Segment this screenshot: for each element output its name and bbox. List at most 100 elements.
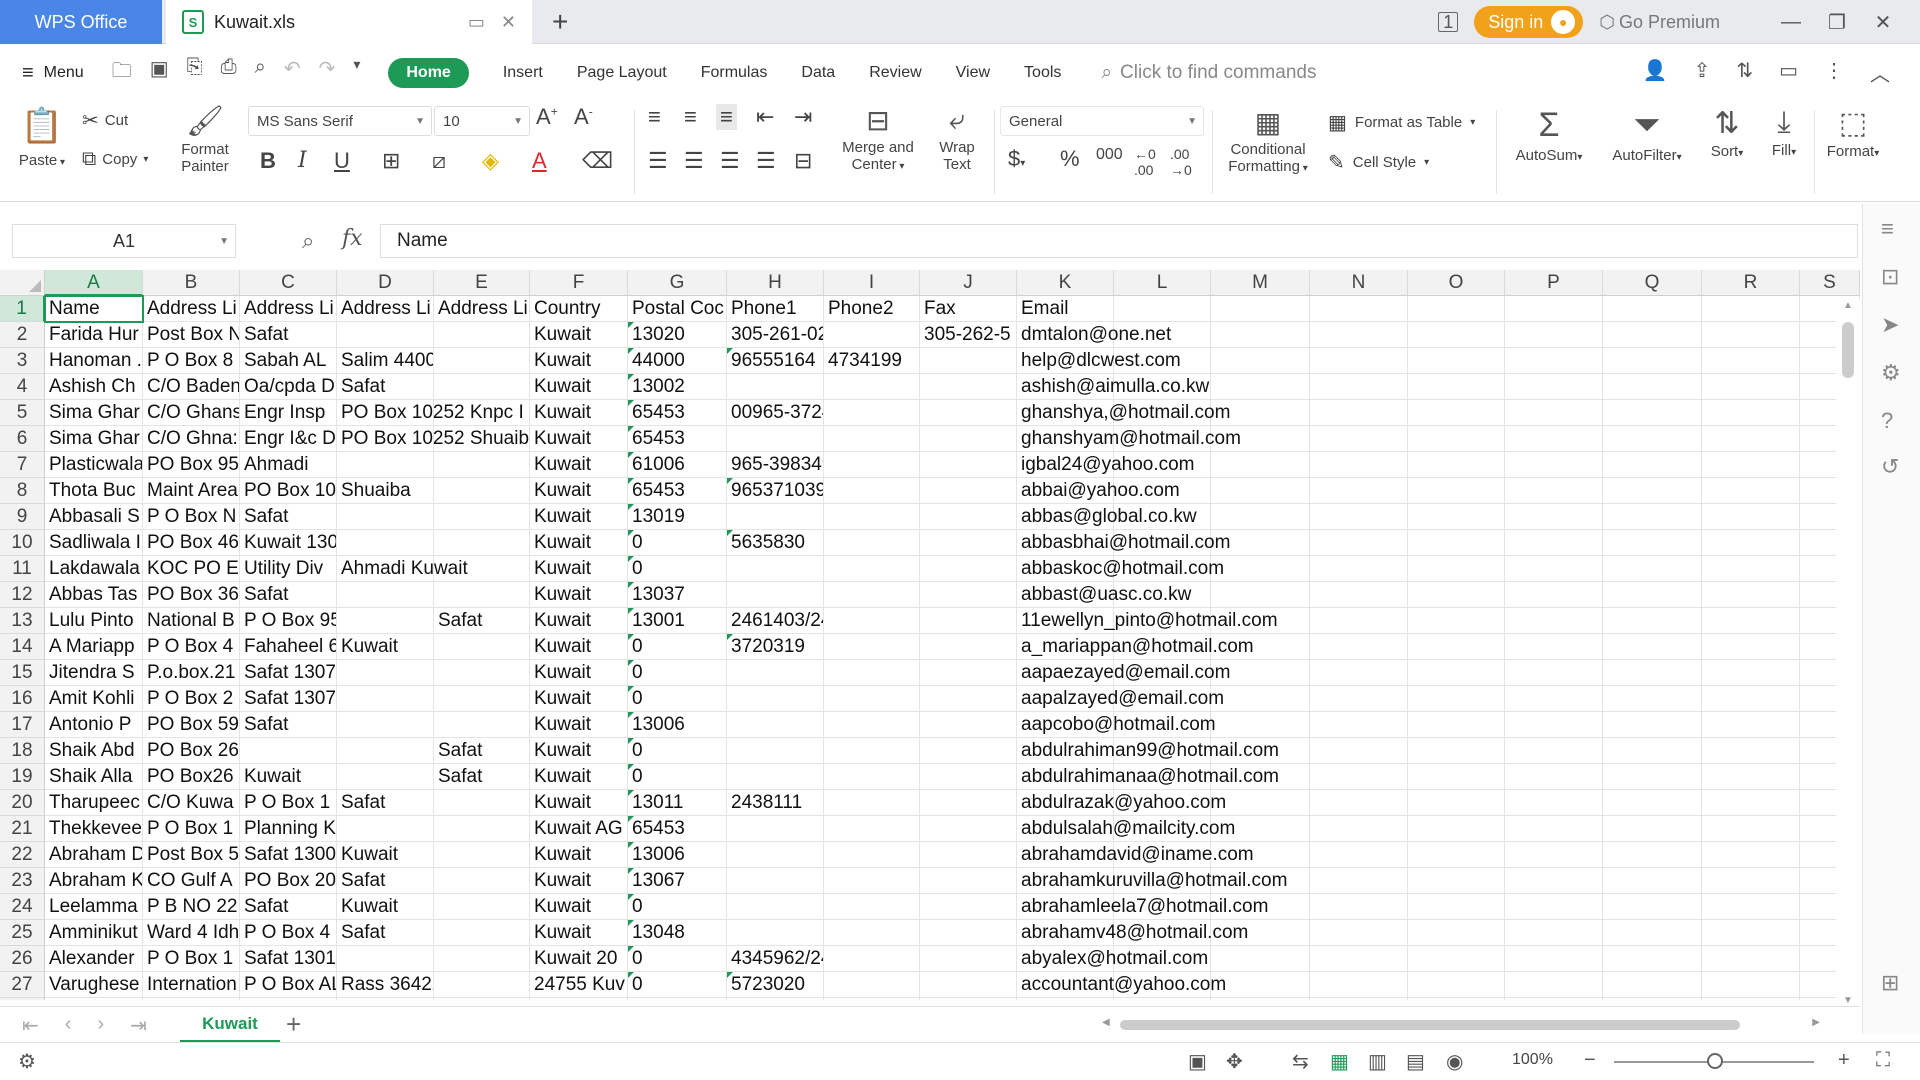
grid-cell[interactable]: 0: [628, 634, 727, 660]
grid-cell[interactable]: 965-398349: [727, 452, 824, 478]
grid-cell[interactable]: [824, 530, 920, 556]
grid-cell[interactable]: [1310, 400, 1408, 426]
grid-cell[interactable]: [1702, 764, 1800, 790]
grid-cell[interactable]: [1408, 582, 1505, 608]
grid-cell[interactable]: Kuwait: [530, 452, 628, 478]
grid-cell[interactable]: [920, 764, 1017, 790]
row-header[interactable]: 22: [0, 842, 45, 868]
grid-cell[interactable]: P O Box 4: [143, 634, 240, 660]
column-header-n[interactable]: N: [1310, 270, 1408, 296]
grid-cell[interactable]: Kuwait: [530, 582, 628, 608]
row-header[interactable]: 6: [0, 426, 45, 452]
grid-cell[interactable]: [1408, 894, 1505, 920]
grid-cell[interactable]: [920, 972, 1017, 998]
grid-cell[interactable]: [45, 998, 143, 1000]
macro-icon[interactable]: ⚙: [18, 1049, 36, 1074]
grid-cell[interactable]: dmtalon@one.net: [1017, 322, 1171, 348]
grid-cell[interactable]: [434, 478, 530, 504]
row-header[interactable]: 26: [0, 946, 45, 972]
grid-cell[interactable]: [1702, 452, 1800, 478]
grid-cell[interactable]: [1505, 426, 1603, 452]
grid-cell[interactable]: [824, 582, 920, 608]
grid-cell[interactable]: [1505, 972, 1603, 998]
grid-cell[interactable]: [727, 894, 824, 920]
grid-cell[interactable]: [1702, 712, 1800, 738]
grid-cell[interactable]: Plasticwala: [45, 452, 143, 478]
grid-cell[interactable]: aapalzayed@email.com: [1017, 686, 1224, 712]
grid-cell[interactable]: KOC PO E: [143, 556, 240, 582]
vertical-scrollbar[interactable]: ▲ ▼: [1836, 300, 1860, 1006]
grid-cell[interactable]: Kuwait: [337, 842, 434, 868]
grid-cell[interactable]: [1211, 374, 1310, 400]
column-header-m[interactable]: M: [1211, 270, 1310, 296]
grid-cell[interactable]: Ward 4 Idh: [143, 920, 240, 946]
sign-in-button[interactable]: Sign in ●: [1474, 6, 1584, 38]
row-header[interactable]: 3: [0, 348, 45, 374]
align-right-icon[interactable]: ☰: [720, 148, 740, 174]
grid-cell[interactable]: [1408, 322, 1505, 348]
grid-cell[interactable]: [434, 348, 530, 374]
grid-cell[interactable]: P O Box 1: [240, 790, 337, 816]
grid-cell[interactable]: [434, 504, 530, 530]
grid-cell[interactable]: Jitendra S: [45, 660, 143, 686]
grid-cell[interactable]: Kuwait: [530, 374, 628, 400]
grid-cell[interactable]: [1702, 894, 1800, 920]
grid-cell[interactable]: abyalex@hotmail.com: [1017, 946, 1208, 972]
tab-view[interactable]: View: [956, 64, 990, 82]
grid-cell[interactable]: [434, 582, 530, 608]
grid-cell[interactable]: [1702, 348, 1800, 374]
grid-cell[interactable]: Safat 13072: [240, 660, 337, 686]
menu-button[interactable]: ≡ Menu: [22, 62, 84, 85]
print-preview-icon[interactable]: ⌕: [255, 56, 266, 90]
row-header[interactable]: 23: [0, 868, 45, 894]
column-header-l[interactable]: L: [1114, 270, 1211, 296]
grid-cell[interactable]: [530, 998, 628, 1000]
grid-cell[interactable]: [434, 972, 530, 998]
grid-cell[interactable]: [727, 374, 824, 400]
font-color-icon[interactable]: A: [532, 148, 547, 174]
grid-cell[interactable]: Antonio P: [45, 712, 143, 738]
grid-cell[interactable]: [337, 452, 434, 478]
grid-cell[interactable]: 0: [628, 738, 727, 764]
bold-icon[interactable]: B: [260, 148, 276, 174]
grid-cell[interactable]: [1603, 348, 1702, 374]
wps-office-tab[interactable]: WPS Office: [0, 0, 162, 44]
grid-cell[interactable]: Shaik Abd: [45, 738, 143, 764]
print-icon[interactable]: ⎙: [221, 56, 237, 90]
grid-cell[interactable]: [1603, 868, 1702, 894]
grid-cell[interactable]: [1603, 660, 1702, 686]
grid-cell[interactable]: [1310, 478, 1408, 504]
grid-cell[interactable]: CO Gulf A: [143, 868, 240, 894]
grid-cell[interactable]: [337, 816, 434, 842]
grid-cell[interactable]: [1408, 686, 1505, 712]
grid-cell[interactable]: [1505, 608, 1603, 634]
grid-cell[interactable]: abbaskoc@hotmail.com: [1017, 556, 1224, 582]
history-icon[interactable]: ↺: [1881, 454, 1899, 480]
tab-review[interactable]: Review: [869, 64, 921, 82]
grid-cell[interactable]: [1603, 764, 1702, 790]
grid-cell[interactable]: [1702, 816, 1800, 842]
grid-cell[interactable]: [1211, 556, 1310, 582]
grid-cell[interactable]: Farida Hur: [45, 322, 143, 348]
column-header-h[interactable]: H: [727, 270, 824, 296]
grid-cell[interactable]: Kuwait: [530, 634, 628, 660]
grid-cell[interactable]: 0: [628, 556, 727, 582]
row-header[interactable]: 12: [0, 582, 45, 608]
grid-cell[interactable]: [1408, 790, 1505, 816]
grid-cell[interactable]: [1702, 686, 1800, 712]
grid-cell[interactable]: PO Box 10252 Shuaib: [337, 426, 529, 452]
go-premium-button[interactable]: ⬡ Go Premium: [1599, 12, 1720, 33]
grid-cell[interactable]: [920, 348, 1017, 374]
row-header[interactable]: 17: [0, 712, 45, 738]
page-break-view-icon[interactable]: ▥: [1368, 1049, 1387, 1074]
grid-cell[interactable]: abbas@global.co.kw: [1017, 504, 1197, 530]
column-header-e[interactable]: E: [434, 270, 530, 296]
grid-cell[interactable]: Kuwait: [530, 712, 628, 738]
grid-cell[interactable]: [824, 764, 920, 790]
grid-cell[interactable]: 0: [628, 946, 727, 972]
grid-cell[interactable]: P B NO 22: [143, 894, 240, 920]
grid-cell[interactable]: [1310, 556, 1408, 582]
grid-cell[interactable]: PO Box 20: [240, 868, 337, 894]
row-header[interactable]: 14: [0, 634, 45, 660]
grid-cell[interactable]: Ashish Ch: [45, 374, 143, 400]
